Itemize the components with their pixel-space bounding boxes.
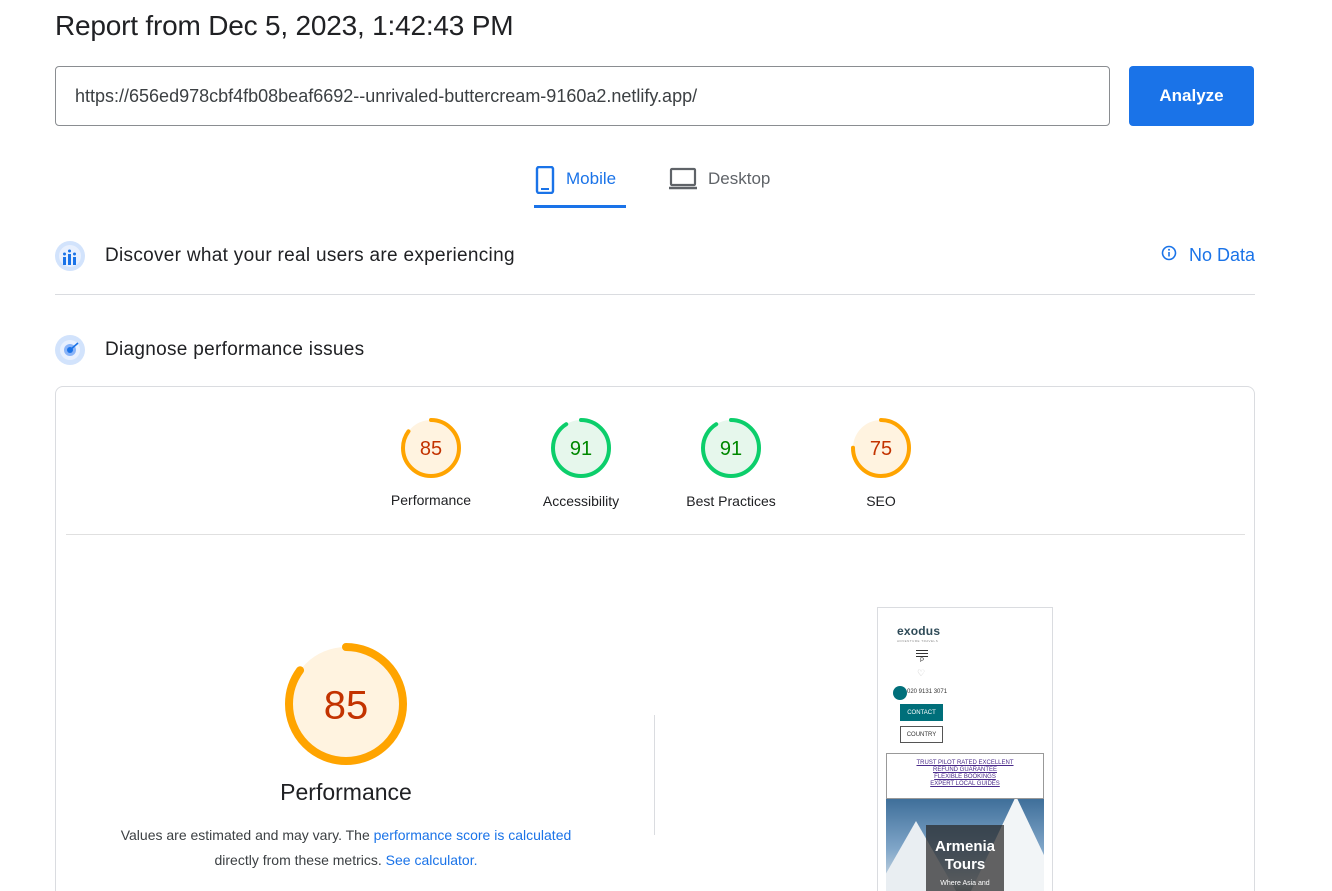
site-country-button: COUNTRY <box>900 726 943 743</box>
site-contact-button: CONTACT <box>900 704 943 721</box>
score-card: 85 Performance 91 Accessibility 91 Best … <box>55 386 1255 891</box>
promo-line: TRUST PILOT RATED EXCELLENT <box>916 760 1014 766</box>
report-title: Report from Dec 5, 2023, 1:42:43 PM <box>55 10 514 41</box>
gauge-best-practices-label: Best Practices <box>686 493 776 509</box>
tab-desktop[interactable]: Desktop <box>668 160 770 208</box>
site-p-char: P <box>920 658 925 664</box>
main-performance-gauge: 85 <box>285 643 407 765</box>
gauge-score: 91 <box>720 438 742 460</box>
phone-icon <box>893 686 907 700</box>
site-hero-title-2: Tours <box>944 856 986 873</box>
tab-mobile[interactable]: Mobile <box>534 160 626 208</box>
tab-desktop-label: Desktop <box>708 169 771 188</box>
page-screenshot-thumbnail: exodus ADVENTURE TRAVELS P ♡ 020 9131 30… <box>877 607 1053 891</box>
promo-line: FLEXIBLE BOOKINGS <box>934 774 996 780</box>
url-input[interactable] <box>55 66 1110 126</box>
gauge-score: 75 <box>870 438 892 460</box>
site-hero-box: Armenia Tours Where Asia and <box>926 825 1004 891</box>
site-promo-box: TRUST PILOT RATED EXCELLENT REFUND GUARA… <box>886 753 1044 799</box>
gauge-seo-label: SEO <box>866 493 896 509</box>
note-text-1: Values are estimated and may vary. The <box>120 827 374 843</box>
gauge-score: 85 <box>324 683 369 727</box>
no-data-label: No Data <box>1188 245 1255 265</box>
promo-line: REFUND GUARANTEE <box>932 767 997 773</box>
site-logo-subtitle: ADVENTURE TRAVELS <box>897 639 939 643</box>
gauge-seo[interactable]: 75 SEO <box>821 417 941 509</box>
real-users-title: Discover what your real users are experi… <box>105 245 515 266</box>
main-performance-label: Performance <box>280 779 412 805</box>
site-hero-image: Armenia Tours Where Asia and <box>886 799 1044 891</box>
gauge-accessibility[interactable]: 91 Accessibility <box>521 417 641 509</box>
gauge-best-practices[interactable]: 91 Best Practices <box>671 417 791 509</box>
lighthouse-icon <box>55 335 85 365</box>
real-users-section: Discover what your real users are experi… <box>55 241 1255 271</box>
gauge-performance[interactable]: 85 Performance <box>371 417 491 508</box>
site-hero-title-1: Armenia <box>934 838 996 855</box>
site-logo: exodus <box>897 624 941 638</box>
heart-icon: ♡ <box>917 668 926 678</box>
gauge-performance-ring: 85 <box>401 418 461 478</box>
diagnose-title: Diagnose performance issues <box>105 339 365 360</box>
gauge-score: 85 <box>420 438 442 460</box>
gauge-performance-label: Performance <box>390 492 472 508</box>
gauge-seo-ring: 75 <box>851 418 911 478</box>
laptop-icon <box>668 166 698 197</box>
site-hero-subtitle: Where Asia and <box>940 880 990 887</box>
promo-line: EXPERT LOCAL GUIDES <box>930 781 1000 787</box>
smartphone-icon <box>534 165 556 199</box>
gauge-accessibility-ring: 91 <box>551 418 611 478</box>
performance-note: Values are estimated and may vary. The p… <box>56 823 636 873</box>
crux-people-icon <box>55 241 85 271</box>
gauge-score: 91 <box>570 438 592 460</box>
see-calculator-link[interactable]: See calculator. <box>386 852 478 868</box>
section-divider <box>55 294 1255 295</box>
category-gauges: 85 Performance 91 Accessibility 91 Best … <box>56 387 1254 535</box>
info-icon <box>1161 245 1177 266</box>
site-phone: 020 9131 3071 <box>907 689 948 695</box>
vertical-divider <box>654 715 655 835</box>
diagnose-section: Diagnose performance issues <box>55 335 1255 365</box>
no-data-link[interactable]: No Data <box>1161 245 1255 266</box>
performance-score-link[interactable]: performance score is calculated <box>374 827 572 843</box>
gauge-accessibility-label: Accessibility <box>542 493 620 509</box>
card-divider <box>66 534 1245 535</box>
gauge-best-practices-ring: 91 <box>701 418 761 478</box>
analyze-button[interactable]: Analyze <box>1129 66 1254 126</box>
tab-mobile-label: Mobile <box>566 169 617 188</box>
note-text-2: directly from these metrics. <box>214 852 386 868</box>
